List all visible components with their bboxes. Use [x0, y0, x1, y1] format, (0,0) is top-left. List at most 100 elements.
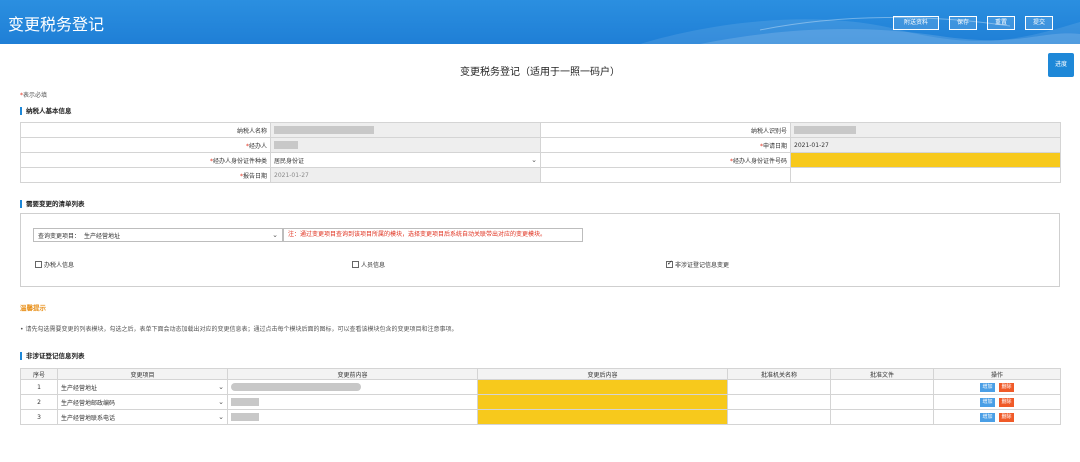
- id-type-value: 居民身份证: [274, 157, 305, 165]
- query-change-item-select[interactable]: 查询变更项目： 生产经营地址 ⌄: [33, 228, 283, 242]
- add-row-button[interactable]: 增加: [980, 412, 995, 422]
- taxpayer-name-label: 纳税人名称: [20, 122, 271, 138]
- redacted-value: [274, 126, 374, 134]
- id-type-select[interactable]: 居民身份证 ⌄: [270, 152, 541, 168]
- approval-document-input[interactable]: [830, 394, 934, 410]
- apply-date-label: *申请日期: [540, 137, 791, 153]
- delete-row-button[interactable]: 删除: [999, 382, 1014, 392]
- chevron-down-icon: ⌄: [218, 398, 224, 406]
- save-button[interactable]: 保存: [949, 16, 977, 30]
- section-marker: [20, 200, 22, 208]
- id-number-input[interactable]: [790, 152, 1061, 168]
- before-content: [227, 409, 478, 425]
- report-date-label-text: 报告日期: [242, 172, 267, 180]
- apply-date-label-text: 申请日期: [762, 142, 787, 150]
- required-note: *表示必填: [20, 90, 47, 99]
- redacted-value: [231, 383, 361, 391]
- column-header: 序号: [20, 368, 58, 380]
- row-actions: 增加 删除: [933, 409, 1061, 425]
- agent-label-text: 经办人: [248, 142, 267, 150]
- checkbox-non-cert-change[interactable]: 非涉证登记信息变更: [666, 259, 730, 269]
- tips-title: 温馨提示: [20, 304, 46, 312]
- tips-text: • 请先勾选需要变更的列表模块，勾选之后，表单下面会动态加载出对应的变更信息表；…: [20, 326, 458, 333]
- report-date-field: 2021-01-27: [270, 167, 541, 183]
- row-actions: 增加 删除: [933, 394, 1061, 410]
- agent-field[interactable]: [270, 137, 541, 153]
- section-title: 需要变更的清单列表: [26, 200, 85, 208]
- app-header: 变更税务登记 附送资料 保存 重置 提交: [0, 0, 1080, 44]
- agent-label: *经办人: [20, 137, 271, 153]
- column-header: 操作: [933, 368, 1061, 380]
- section-detail-heading: 非涉证登记信息列表: [20, 350, 85, 360]
- id-number-label: *经办人身份证件号码: [540, 152, 791, 168]
- approval-authority-input[interactable]: [727, 379, 831, 395]
- app-title: 变更税务登记: [8, 15, 105, 34]
- change-item-select[interactable]: 生产经营地联系电话 ⌄: [57, 409, 228, 425]
- change-item-select[interactable]: 生产经营地址 ⌄: [57, 379, 228, 395]
- progress-button[interactable]: 进度: [1048, 53, 1074, 77]
- required-note-text: 表示必填: [23, 92, 48, 99]
- checkbox-label: 非涉证登记信息变更: [675, 262, 730, 269]
- query-label: 查询变更项目：: [38, 232, 81, 240]
- delete-row-button[interactable]: 删除: [999, 412, 1014, 422]
- before-content: [227, 379, 478, 395]
- after-content-input[interactable]: [477, 409, 728, 425]
- checkbox-personnel-info[interactable]: 人员信息: [352, 260, 385, 269]
- before-content: [227, 394, 478, 410]
- section-marker: [20, 107, 22, 115]
- redacted-value: [794, 126, 856, 134]
- change-item-value: 生产经营地址: [61, 384, 98, 392]
- taxpayer-id-label: 纳税人识别号: [540, 122, 791, 138]
- change-list-panel: 查询变更项目： 生产经营地址 ⌄ 注：通过变更项目查询到该项目所属的模块，选择变…: [20, 213, 1060, 287]
- empty-cell: [790, 167, 1061, 183]
- chevron-down-icon: ⌄: [218, 413, 224, 421]
- checkbox-box[interactable]: [35, 261, 42, 268]
- add-row-button[interactable]: 增加: [980, 382, 995, 392]
- delete-row-button[interactable]: 删除: [999, 397, 1014, 407]
- column-header: 变更前内容: [227, 368, 478, 380]
- id-type-label: *经办人身份证件种类: [20, 152, 271, 168]
- query-note: 注：通过变更项目查询到该项目所属的模块，选择变更项目后系统自动关联带出对应的变更…: [283, 228, 583, 242]
- checkbox-label: 办税人信息: [44, 262, 75, 269]
- redacted-value: [274, 141, 298, 149]
- taxpayer-id-field: [790, 122, 1061, 138]
- section-marker: [20, 352, 22, 360]
- attach-docs-button[interactable]: 附送资料: [893, 16, 939, 30]
- section-basic-info-heading: 纳税人基本信息: [20, 105, 72, 115]
- table-row: 2 生产经营地邮政编码 ⌄ 增加 删除: [20, 394, 1061, 410]
- row-number: 1: [20, 379, 58, 395]
- approval-authority-input[interactable]: [727, 394, 831, 410]
- column-header: 批准文件: [830, 368, 934, 380]
- column-header: 变更项目: [57, 368, 228, 380]
- report-date-label: *报告日期: [20, 167, 271, 183]
- after-content-input[interactable]: [477, 379, 728, 395]
- id-type-label-text: 经办人身份证件种类: [212, 157, 267, 165]
- taxpayer-name-field: [270, 122, 541, 138]
- after-content-input[interactable]: [477, 394, 728, 410]
- checkbox-label: 人员信息: [361, 262, 386, 269]
- row-actions: 增加 删除: [933, 379, 1061, 395]
- section-title: 纳税人基本信息: [26, 107, 72, 115]
- redacted-value: [231, 398, 259, 406]
- redacted-value: [231, 413, 259, 421]
- approval-document-input[interactable]: [830, 409, 934, 425]
- checkbox-tax-handler-info[interactable]: 办税人信息: [35, 260, 74, 269]
- apply-date-field: 2021-01-27: [790, 137, 1061, 153]
- empty-cell: [540, 167, 791, 183]
- reset-button[interactable]: 重置: [987, 16, 1015, 30]
- change-item-value: 生产经营地联系电话: [61, 414, 116, 422]
- query-value: 生产经营地址: [84, 232, 121, 240]
- checkbox-box[interactable]: [352, 261, 359, 268]
- row-number: 2: [20, 394, 58, 410]
- add-row-button[interactable]: 增加: [980, 397, 995, 407]
- table-row: 1 生产经营地址 ⌄ 增加 删除: [20, 379, 1061, 395]
- approval-document-input[interactable]: [830, 379, 934, 395]
- chevron-down-icon: ⌄: [218, 383, 224, 391]
- column-header: 变更后内容: [477, 368, 728, 380]
- chevron-down-icon: ⌄: [272, 231, 278, 239]
- submit-button[interactable]: 提交: [1025, 16, 1053, 30]
- change-item-select[interactable]: 生产经营地邮政编码 ⌄: [57, 394, 228, 410]
- checkbox-box[interactable]: [666, 259, 673, 268]
- chevron-down-icon: ⌄: [531, 156, 537, 164]
- approval-authority-input[interactable]: [727, 409, 831, 425]
